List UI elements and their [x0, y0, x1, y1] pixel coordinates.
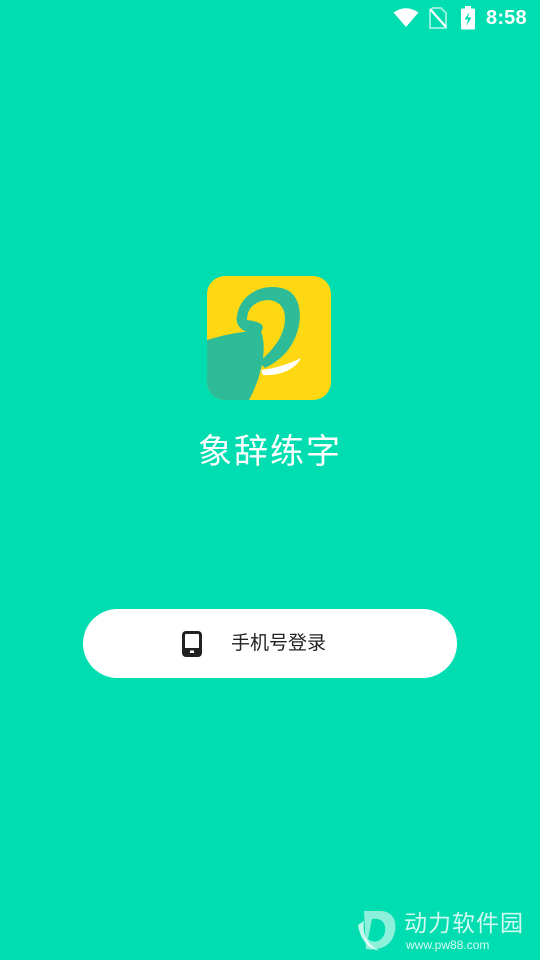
status-bar: 8:58: [0, 0, 540, 36]
battery-charging-icon: [460, 6, 476, 34]
phone-icon: [182, 631, 202, 657]
elephant-logo-icon: [207, 276, 331, 400]
background: [0, 0, 540, 960]
watermark-url: www.pw88.com: [406, 938, 490, 952]
splash-screen: 8:58 象辞练字 手机号登录 动力软件园 www.pw88.com: [0, 0, 540, 960]
wifi-icon: [393, 8, 419, 32]
no-sim-icon: [429, 7, 447, 33]
login-label: 手机号登录: [231, 632, 327, 654]
watermark: 动力软件园 www.pw88.com: [354, 905, 534, 955]
watermark-logo-icon: [354, 905, 400, 953]
status-time: 8:58: [486, 7, 527, 29]
app-name: 象辞练字: [198, 432, 342, 472]
phone-login-button[interactable]: 手机号登录: [83, 609, 457, 678]
watermark-text: 动力软件园: [404, 911, 524, 937]
